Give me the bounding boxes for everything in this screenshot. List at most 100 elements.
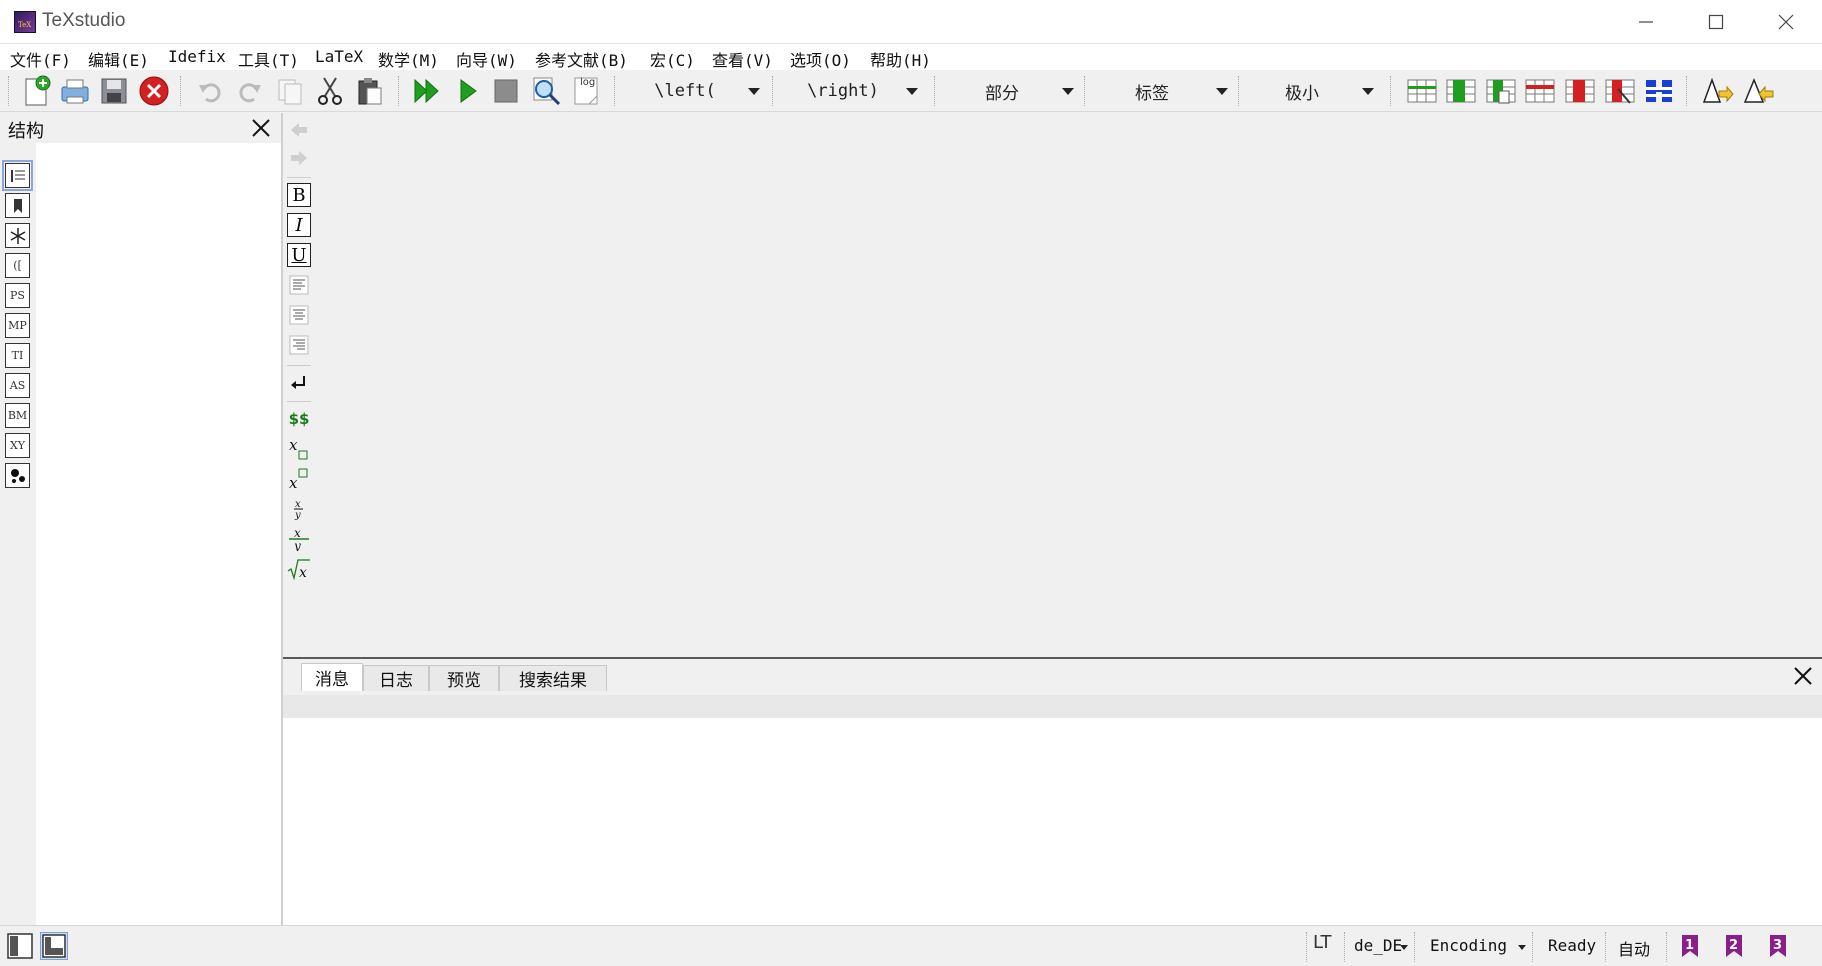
arrow-left-icon (291, 123, 307, 137)
cut-button[interactable] (312, 74, 348, 108)
menu-idefix[interactable]: Idefix (168, 47, 226, 66)
window-close-button[interactable] (1750, 0, 1822, 44)
structure-tree[interactable] (36, 143, 282, 925)
xymatrix-icon[interactable]: XY (5, 433, 30, 458)
bold-button[interactable]: B (287, 183, 311, 207)
tab-messages[interactable]: 消息 (301, 663, 363, 691)
menu-options[interactable]: 选项(O) (790, 47, 851, 71)
status-separator (1414, 932, 1415, 962)
superscript-button[interactable]: x (287, 467, 311, 491)
sqrt-button[interactable]: x (287, 557, 311, 581)
print-icon (61, 79, 89, 104)
special-icon[interactable] (5, 463, 30, 488)
editor-area[interactable] (316, 113, 1822, 658)
build-view-button[interactable] (409, 74, 445, 108)
asymptote-icon[interactable]: AS (5, 373, 30, 398)
remove-row-button[interactable] (1522, 74, 1558, 108)
italic-button[interactable]: I (287, 213, 311, 237)
align-columns-button[interactable] (1641, 74, 1677, 108)
next-warning-button[interactable] (1700, 74, 1736, 108)
close-document-button[interactable] (136, 74, 172, 108)
sqrt-icon: x (287, 559, 310, 581)
add-column-button[interactable] (1443, 74, 1479, 108)
copy-button[interactable] (272, 74, 308, 108)
menu-tools[interactable]: 工具(T) (238, 47, 299, 71)
tab-log[interactable]: 日志 (363, 665, 429, 691)
bookmark-3-button[interactable]: 3 (1764, 932, 1792, 960)
paste-button[interactable] (352, 74, 388, 108)
encoding-selector[interactable]: Encoding (1430, 936, 1507, 955)
bookmarks-icon[interactable] (5, 193, 30, 218)
left-delimiter-combo[interactable]: \left( (622, 76, 770, 106)
maximize-button[interactable] (1680, 0, 1752, 44)
copy-icon (278, 79, 302, 105)
right-delimiter-combo[interactable]: \right) (780, 76, 928, 106)
compile-button[interactable] (450, 74, 486, 108)
fraction-button[interactable]: xy (287, 497, 311, 521)
view-button[interactable] (528, 74, 564, 108)
menu-latex[interactable]: LaTeX (315, 47, 363, 66)
previous-warning-button[interactable] (1740, 74, 1776, 108)
newline-button[interactable] (287, 371, 311, 395)
bookmark-2-button[interactable]: 2 (1720, 932, 1748, 960)
menu-view[interactable]: 查看(V) (712, 47, 773, 71)
forward-button[interactable] (287, 146, 311, 170)
section-combo[interactable]: 部分 (942, 76, 1084, 106)
auto-mode[interactable]: 自动 (1618, 936, 1650, 960)
remove-column-button[interactable] (1562, 74, 1598, 108)
undo-button[interactable] (192, 74, 228, 108)
bookmark-2-icon: 2 (1726, 935, 1742, 957)
toolbar-separator (1686, 76, 1687, 106)
redo-button[interactable] (232, 74, 268, 108)
new-file-icon (25, 75, 51, 106)
insert-column-icon (1486, 79, 1516, 104)
label-combo[interactable]: 标签 (1088, 76, 1238, 106)
format-separator (287, 177, 311, 178)
add-row-button[interactable] (1404, 74, 1440, 108)
tikz-icon[interactable]: TI (5, 343, 30, 368)
menu-file[interactable]: 文件(F) (10, 47, 71, 71)
align-right-button[interactable] (287, 333, 311, 357)
newline-icon (291, 376, 305, 389)
menu-macros[interactable]: 宏(C) (650, 47, 695, 71)
align-left-button[interactable] (287, 273, 311, 297)
stop-button[interactable] (488, 74, 524, 108)
back-button[interactable] (287, 118, 311, 142)
save-button[interactable] (96, 74, 132, 108)
new-file-button[interactable] (18, 74, 54, 108)
inline-math-button[interactable]: $$ (287, 407, 311, 431)
spell-language[interactable]: de_DE (1354, 936, 1402, 955)
status-bar: LT de_DE Encoding Ready 自动 1 2 3 (0, 925, 1822, 966)
symbols-icon[interactable] (5, 223, 30, 248)
underline-button[interactable]: U (287, 243, 311, 267)
tab-preview[interactable]: 预览 (429, 665, 499, 691)
chevron-down-icon (1062, 87, 1074, 95)
toggle-messages-button[interactable] (40, 932, 68, 960)
message-content[interactable] (283, 718, 1822, 925)
align-center-button[interactable] (287, 303, 311, 327)
structure-close-button[interactable] (250, 117, 272, 139)
menu-help[interactable]: 帮助(H) (870, 47, 931, 71)
languagetool-indicator[interactable]: LT (1313, 932, 1332, 953)
message-close-button[interactable] (1792, 665, 1814, 687)
beamer-icon[interactable]: BM (5, 403, 30, 428)
menu-bibliography[interactable]: 参考文献(B) (535, 47, 628, 71)
toggle-structure-button[interactable] (6, 932, 34, 960)
menu-edit[interactable]: 编辑(E) (88, 47, 149, 71)
bookmark-1-button[interactable]: 1 (1676, 932, 1704, 960)
size-combo[interactable]: 极小 (1242, 76, 1384, 106)
metapost-icon[interactable]: MP (5, 313, 30, 338)
structure-icon[interactable] (2, 160, 33, 191)
menu-math[interactable]: 数学(M) (378, 47, 439, 71)
print-button[interactable] (57, 74, 93, 108)
menu-wizards[interactable]: 向导(W) (456, 47, 517, 71)
cut-column-button[interactable] (1602, 74, 1638, 108)
tab-search-results[interactable]: 搜索结果 (499, 665, 607, 691)
minimize-button[interactable] (1610, 0, 1682, 44)
subscript-button[interactable]: x (287, 437, 311, 461)
pstricks-icon[interactable]: PS (5, 283, 30, 308)
insert-column-button[interactable] (1483, 74, 1519, 108)
display-fraction-button[interactable]: xy (287, 527, 311, 551)
log-button[interactable]: log (568, 74, 604, 108)
delimiters-icon[interactable]: ([ (5, 253, 30, 278)
